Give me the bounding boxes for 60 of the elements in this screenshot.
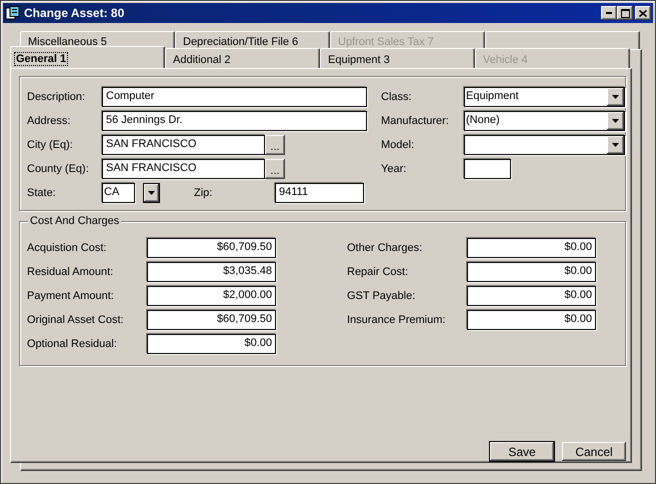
text-field[interactable]: 94111 [275, 183, 364, 203]
group-title: Cost And Charges [28, 215, 122, 227]
amount-field[interactable]: $2,000.00 [147, 286, 276, 306]
maximize-button[interactable] [617, 6, 633, 20]
app-icon [5, 6, 21, 20]
tab[interactable]: Depreciation/Title File 6 [175, 31, 330, 49]
text-field[interactable]: 56 Jennings Dr. [102, 111, 367, 131]
field-label: Model: [381, 139, 416, 151]
text-field[interactable]: SAN FRANCISCO [102, 135, 265, 155]
field-label: GST Payable: [347, 290, 416, 302]
maximize-icon [620, 8, 630, 18]
field-label: Address: [27, 115, 72, 127]
field-label: Repair Cost: [347, 266, 410, 278]
tab[interactable]: Additional 2 [165, 48, 320, 68]
field-label: Year: [381, 163, 408, 175]
amount-field[interactable]: $0.00 [467, 262, 596, 282]
amount-field[interactable]: $0.00 [147, 334, 276, 354]
dropdown[interactable]: Equipment [464, 87, 625, 107]
field-label: Acquistion Cost: [27, 242, 108, 254]
browse-button[interactable]: ... [265, 159, 285, 179]
dropdown[interactable]: (None) [464, 111, 625, 131]
text-field[interactable]: SAN FRANCISCO [102, 159, 265, 179]
caret-icon [612, 143, 619, 147]
field-label: Optional Residual: [27, 338, 118, 350]
field-label: Original Asset Cost: [27, 314, 125, 326]
dialog-button[interactable]: Cancel [562, 442, 626, 461]
window-title: Change Asset: 80 [24, 6, 126, 20]
text-field[interactable] [464, 159, 511, 179]
amount-field[interactable]: $0.00 [467, 238, 596, 258]
text-field[interactable]: Computer [102, 87, 367, 107]
field-label: Payment Amount: [27, 290, 115, 302]
field-label: Description: [27, 91, 86, 103]
minimize-button[interactable] [601, 6, 617, 20]
amount-field[interactable]: $3,035.48 [147, 262, 276, 282]
field-label: Residual Amount: [27, 266, 114, 278]
dropdown-button[interactable] [143, 183, 160, 203]
tab[interactable]: General 1 [10, 46, 165, 68]
amount-field[interactable]: $0.00 [467, 286, 596, 306]
amount-field[interactable]: $0.00 [467, 310, 596, 330]
field-label: Insurance Premium: [347, 314, 446, 326]
close-icon [639, 10, 647, 16]
dialog-button[interactable]: Save [490, 442, 554, 461]
field-label: Zip: [194, 187, 214, 199]
browse-button[interactable]: ... [265, 135, 285, 155]
field-label: Class: [381, 91, 413, 103]
tab[interactable]: Equipment 3 [320, 48, 475, 68]
caret-icon [148, 191, 155, 195]
amount-field[interactable]: $60,709.50 [147, 310, 276, 330]
caret-icon [612, 119, 619, 123]
text-field[interactable]: CA [102, 183, 135, 203]
amount-field[interactable]: $60,709.50 [147, 238, 276, 258]
field-label: Other Charges: [347, 242, 424, 254]
field-label: County (Eq): [27, 163, 90, 175]
minimize-icon [606, 12, 612, 14]
field-label: State: [27, 187, 57, 199]
caret-icon [612, 95, 619, 99]
close-button[interactable] [635, 6, 651, 20]
field-label: City (Eq): [27, 139, 74, 151]
field-label: Manufacturer: [381, 115, 450, 127]
dropdown[interactable] [464, 135, 625, 155]
